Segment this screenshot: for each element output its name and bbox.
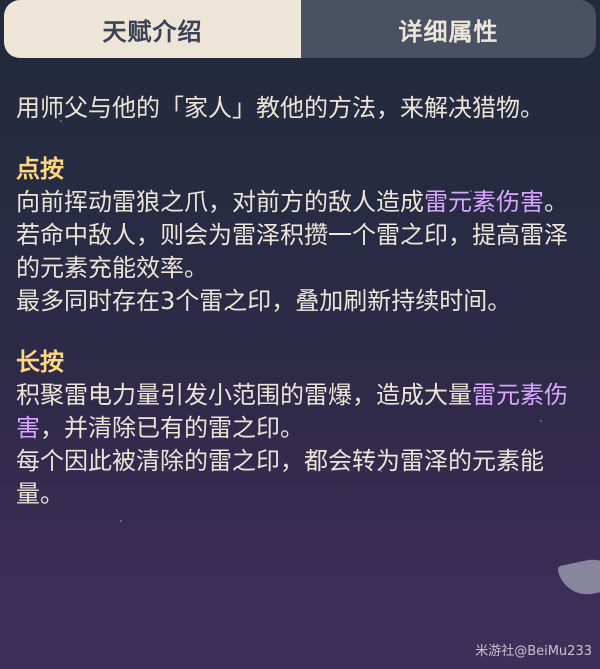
talent-description: 用师父与他的「家人」教他的方法，来解决猎物。 点按 向前挥动雷狼之爪，对前方的敌… [16,92,588,511]
element-highlight: 雷元素伤害 [424,188,544,216]
watermark: 米游社@BeiMu233 [475,644,592,659]
section-heading-hold: 长按 [16,348,64,376]
tap-line-1: 向前挥动雷狼之爪，对前方的敌人造成雷元素伤害。 [16,188,568,216]
intro-text: 用师父与他的「家人」教他的方法，来解决猎物。 [16,94,544,122]
tap-line-3: 最多同时存在3个雷之印，叠加刷新持续时间。 [16,287,512,315]
hold-line-1: 积聚雷电力量引发小范围的雷爆，造成大量雷元素伤害，并清除已有的雷之印。 [16,381,568,442]
tab-detailed-attributes[interactable]: 详细属性 [301,0,596,58]
tab-bar: 天赋介绍 详细属性 [0,0,600,58]
tab-talent-intro[interactable]: 天赋介绍 [4,0,301,58]
decorative-claw-shape [557,554,600,600]
section-heading-tap: 点按 [16,155,64,183]
hold-line-2: 每个因此被清除的雷之印，都会转为雷泽的元素能量。 [16,447,544,508]
tap-line-2: 若命中敌人，则会为雷泽积攒一个雷之印，提高雷泽的元素充能效率。 [16,221,568,282]
